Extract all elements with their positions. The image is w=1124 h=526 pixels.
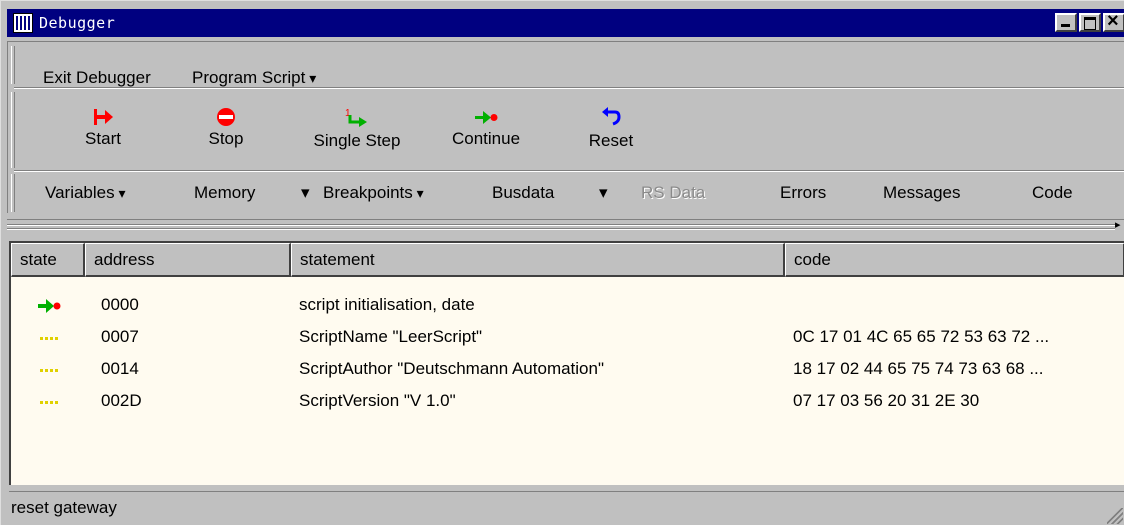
address-cell: 002D	[101, 391, 142, 410]
start-button[interactable]: Start	[73, 107, 133, 149]
memory-button[interactable]: Memory	[194, 183, 255, 203]
code-cell: 0C 17 01 4C 65 65 72 53 63 72 ...	[793, 327, 1050, 346]
status-bar: reset gateway	[9, 491, 1124, 526]
rs-data-button[interactable]: RS Data	[641, 183, 705, 203]
messages-button[interactable]: Messages	[883, 183, 960, 203]
statement-cell: ScriptName "LeerScript"	[299, 327, 483, 346]
start-arrow-icon	[94, 109, 113, 125]
reset-icon	[602, 107, 621, 126]
column-header-address[interactable]: address	[85, 243, 291, 277]
band-separator	[14, 170, 1124, 172]
single-step-label: Single Step	[313, 131, 401, 150]
stop-label: Stop	[208, 129, 244, 148]
breakpoints-dropdown-arrow[interactable]: ▾	[301, 183, 310, 203]
table-row[interactable]: 002D ScriptVersion "V 1.0" 07 17 03 56 2…	[11, 385, 1124, 417]
code-cell: 07 17 03 56 20 31 2E 30	[793, 391, 980, 410]
reset-button[interactable]: Reset	[579, 107, 643, 151]
maximize-button[interactable]	[1079, 13, 1101, 32]
menubar-grip[interactable]	[11, 46, 15, 84]
column-header-statement[interactable]: statement	[291, 243, 785, 277]
busdata-button[interactable]: Busdata	[492, 183, 554, 203]
statement-cell: ScriptAuthor "Deutschmann Automation"	[299, 359, 605, 378]
continue-label: Continue	[451, 129, 521, 148]
exit-debugger-menu[interactable]: Exit Debugger	[43, 63, 151, 93]
column-header-code[interactable]: code	[785, 243, 1124, 277]
breakpoints-menu[interactable]: Breakpoints	[323, 183, 424, 203]
column-headers: state address statement code	[11, 243, 1124, 277]
table-row[interactable]: 0007 ScriptName "LeerScript" 0C 17 01 4C…	[11, 321, 1124, 353]
statement-list[interactable]: state address statement code 0000 script…	[9, 241, 1124, 485]
toolbar-grip[interactable]	[11, 92, 15, 168]
reset-label: Reset	[588, 131, 634, 150]
code-button[interactable]: Code	[1032, 183, 1073, 203]
close-button[interactable]	[1103, 10, 1124, 33]
resize-grip-icon[interactable]	[1107, 508, 1123, 524]
splitter-arrow-icon[interactable]: ▸	[1115, 220, 1124, 231]
statement-cell: script initialisation, date	[299, 295, 475, 314]
busdata-dropdown-arrow[interactable]: ▾	[599, 183, 608, 203]
window-title: Debugger	[39, 14, 116, 32]
stop-button[interactable]: Stop	[196, 107, 256, 149]
start-label: Start	[85, 129, 121, 148]
band-separator	[14, 87, 1124, 89]
debugger-window: Debugger Exit Debugger Program Script St…	[0, 0, 1124, 525]
single-step-button[interactable]: 1 Single Step	[299, 107, 415, 151]
pending-dots-icon	[40, 401, 58, 404]
current-position-icon	[38, 299, 61, 313]
splitter[interactable]: ▸	[7, 219, 1124, 231]
table-row[interactable]: 0000 script initialisation, date	[11, 289, 1124, 321]
minimize-button[interactable]	[1055, 13, 1077, 32]
errors-button[interactable]: Errors	[780, 183, 826, 203]
title-bar[interactable]: Debugger	[7, 9, 1124, 37]
viewbar-grip[interactable]	[11, 174, 15, 212]
continue-button[interactable]: Continue	[441, 107, 531, 149]
pending-dots-icon	[40, 369, 58, 372]
statement-cell: ScriptVersion "V 1.0"	[299, 391, 456, 410]
variables-menu[interactable]: Variables	[45, 183, 126, 203]
status-text: reset gateway	[11, 498, 117, 517]
table-row[interactable]: 0014 ScriptAuthor "Deutschmann Automatio…	[11, 353, 1124, 385]
address-cell: 0014	[101, 359, 139, 378]
continue-icon	[475, 111, 498, 124]
column-header-state[interactable]: state	[11, 243, 85, 277]
stop-icon	[217, 108, 235, 126]
single-step-icon: 1	[345, 108, 367, 127]
pending-dots-icon	[40, 337, 58, 340]
address-cell: 0000	[101, 295, 139, 314]
program-script-menu[interactable]: Program Script	[192, 63, 316, 93]
code-cell: 18 17 02 44 65 75 74 73 63 68 ...	[793, 359, 1044, 378]
address-cell: 0007	[101, 327, 139, 346]
app-icon[interactable]	[13, 13, 33, 33]
